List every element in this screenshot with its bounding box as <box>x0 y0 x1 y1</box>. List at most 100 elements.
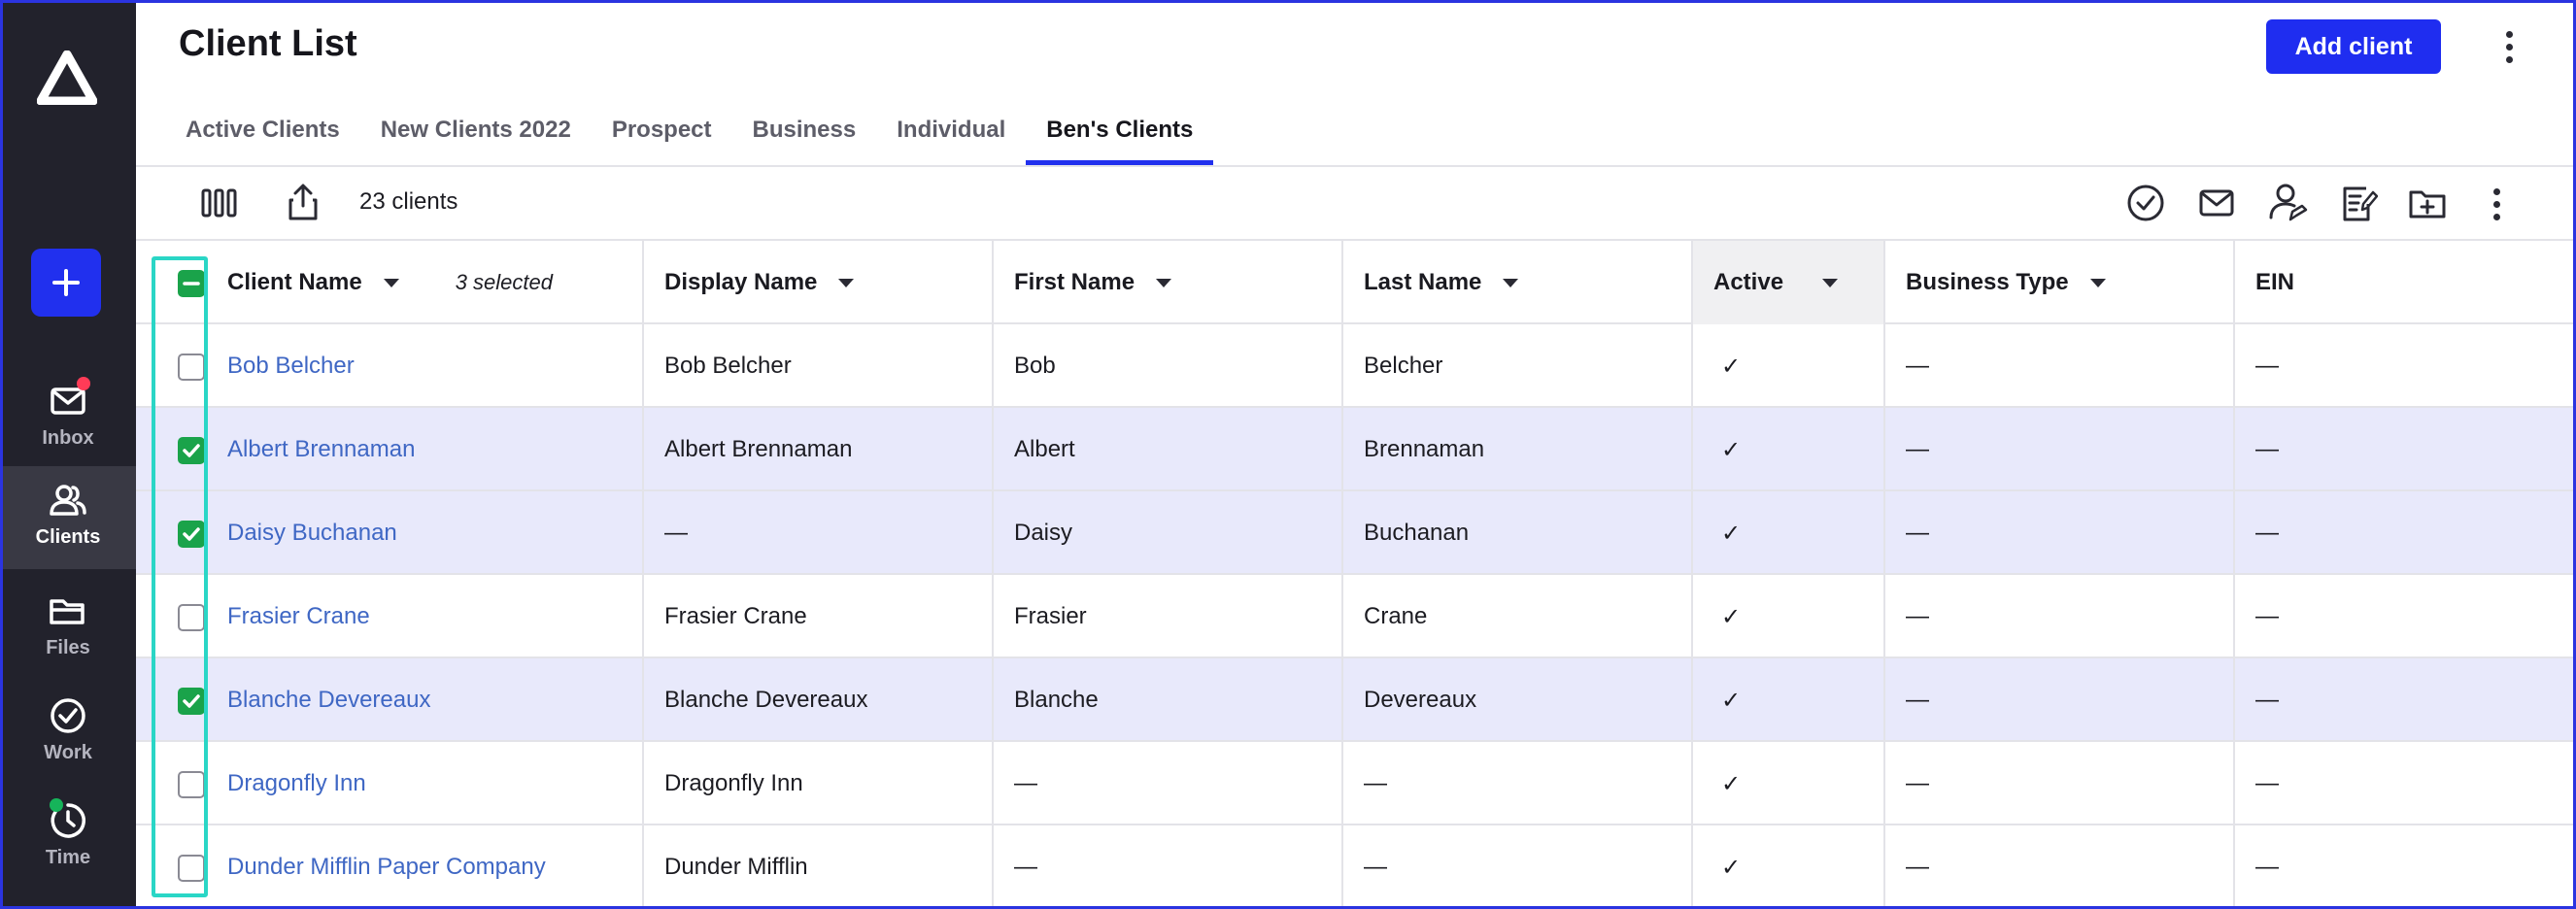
business-type-cell: — <box>1906 687 1929 713</box>
toolbar-more-options-icon[interactable] <box>2482 188 2511 220</box>
checkbox-column-highlight <box>152 256 208 897</box>
add-folder-icon[interactable] <box>2407 185 2448 221</box>
nav-work[interactable]: Work <box>0 682 136 785</box>
business-type-cell: — <box>1906 854 1929 880</box>
column-header-label: Display Name <box>664 269 818 295</box>
table-header-row: Client Name 3 selected Display Name Firs… <box>136 241 2576 324</box>
sort-caret-icon[interactable] <box>1822 278 1839 287</box>
sort-caret-icon[interactable] <box>383 278 399 287</box>
columns-icon[interactable] <box>200 186 239 219</box>
nav-files[interactable]: Files <box>0 577 136 680</box>
table-row[interactable]: Frasier Crane Frasier Crane Frasier Cran… <box>136 575 2576 658</box>
tabs-divider <box>136 165 2576 167</box>
display-name-cell: Dragonfly Inn <box>664 770 803 796</box>
active-checkmark: ✓ <box>1721 436 1742 463</box>
sort-caret-icon[interactable] <box>838 278 855 287</box>
nav-files-label: Files <box>46 637 90 658</box>
last-name-cell: Devereaux <box>1364 687 1477 713</box>
first-name-cell: — <box>1014 854 1037 880</box>
page-more-options-icon[interactable] <box>2494 31 2524 63</box>
edit-notes-icon[interactable] <box>2339 181 2378 223</box>
column-header-display-name[interactable]: Display Name <box>664 241 855 324</box>
column-header-last-name[interactable]: Last Name <box>1364 241 1519 324</box>
ein-cell: — <box>2255 603 2279 629</box>
nav-time-label: Time <box>45 847 91 868</box>
column-header-label: First Name <box>1014 269 1135 295</box>
tab-active-clients[interactable]: Active Clients <box>165 101 360 165</box>
business-type-cell: — <box>1906 353 1929 379</box>
inbox-notification-dot <box>77 377 90 390</box>
business-type-cell: — <box>1906 436 1929 462</box>
nav-inbox[interactable]: Inbox <box>0 367 136 470</box>
last-name-cell: Buchanan <box>1364 520 1470 546</box>
table-row[interactable]: Dragonfly Inn Dragonfly Inn — — ✓ — — <box>136 742 2576 825</box>
tab-business[interactable]: Business <box>732 101 877 165</box>
email-icon[interactable] <box>2197 185 2236 221</box>
table-row[interactable]: Bob Belcher Bob Belcher Bob Belcher ✓ — … <box>136 324 2576 408</box>
client-name-link[interactable]: Bob Belcher <box>227 324 355 408</box>
column-header-active[interactable]: Active <box>1713 241 1839 324</box>
ein-cell: — <box>2255 520 2279 546</box>
active-checkmark: ✓ <box>1721 603 1742 630</box>
tab-prospect[interactable]: Prospect <box>592 101 732 165</box>
tab-individual[interactable]: Individual <box>876 101 1026 165</box>
assign-user-icon[interactable] <box>2267 181 2308 223</box>
sort-caret-icon[interactable] <box>2089 278 2106 287</box>
column-header-label: Client Name <box>227 269 362 295</box>
client-name-link[interactable]: Frasier Crane <box>227 575 370 658</box>
display-name-cell: Frasier Crane <box>664 603 807 629</box>
last-name-cell: Belcher <box>1364 353 1443 379</box>
plus-icon <box>52 269 80 296</box>
column-header-ein[interactable]: EIN <box>2255 241 2294 324</box>
active-checkmark: ✓ <box>1721 854 1742 881</box>
column-header-label: Active <box>1713 269 1784 295</box>
business-type-cell: — <box>1906 770 1929 796</box>
column-header-business-type[interactable]: Business Type <box>1906 241 2106 324</box>
column-header-first-name[interactable]: First Name <box>1014 241 1172 324</box>
sort-caret-icon[interactable] <box>1503 278 1519 287</box>
business-type-cell: — <box>1906 603 1929 629</box>
table-row[interactable]: Albert Brennaman Albert Brennaman Albert… <box>136 408 2576 491</box>
column-header-label: Business Type <box>1906 269 2069 295</box>
sort-caret-icon[interactable] <box>1156 278 1172 287</box>
client-name-link[interactable]: Blanche Devereaux <box>227 658 430 742</box>
column-divider <box>642 241 644 909</box>
check-circle-icon <box>51 698 85 733</box>
table-row[interactable]: Daisy Buchanan — Daisy Buchanan ✓ — — <box>136 491 2576 575</box>
ein-cell: — <box>2255 436 2279 462</box>
first-name-cell: Daisy <box>1014 520 1073 546</box>
client-name-link[interactable]: Albert Brennaman <box>227 408 415 491</box>
table-row[interactable]: Dunder Mifflin Paper Company Dunder Miff… <box>136 825 2576 909</box>
client-list-tabs: Active Clients New Clients 2022 Prospect… <box>165 101 1214 165</box>
column-divider <box>1691 241 1693 909</box>
last-name-cell: Crane <box>1364 603 1428 629</box>
column-divider <box>2233 241 2235 909</box>
display-name-cell: Albert Brennaman <box>664 436 853 462</box>
selection-count: 3 selected <box>455 270 553 294</box>
folder-icon <box>50 599 85 624</box>
complete-icon[interactable] <box>2125 183 2166 223</box>
ein-cell: — <box>2255 770 2279 796</box>
client-name-link[interactable]: Dunder Mifflin Paper Company <box>227 825 546 909</box>
client-name-link[interactable]: Daisy Buchanan <box>227 491 397 575</box>
column-divider <box>992 241 994 909</box>
tab-bens-clients[interactable]: Ben's Clients <box>1026 101 1214 165</box>
app-logo-icon[interactable] <box>37 50 97 105</box>
client-name-link[interactable]: Dragonfly Inn <box>227 742 366 825</box>
tab-new-clients-2022[interactable]: New Clients 2022 <box>360 101 592 165</box>
display-name-cell: Dunder Mifflin <box>664 854 808 880</box>
column-header-client-name[interactable]: Client Name 3 selected <box>227 241 553 324</box>
export-icon[interactable] <box>286 183 321 221</box>
last-name-cell: — <box>1364 770 1387 796</box>
table-row[interactable]: Blanche Devereaux Blanche Devereaux Blan… <box>136 658 2576 742</box>
sidebar: Inbox Clients Files Work Time <box>0 0 136 909</box>
display-name-cell: Bob Belcher <box>664 353 792 379</box>
clients-icon <box>50 485 86 516</box>
column-header-label: EIN <box>2255 269 2295 295</box>
nav-time[interactable]: Time <box>0 787 136 890</box>
add-client-button[interactable]: Add client <box>2266 19 2441 74</box>
nav-clients[interactable]: Clients <box>0 466 136 569</box>
create-new-button[interactable] <box>31 249 101 317</box>
first-name-cell: Blanche <box>1014 687 1099 713</box>
nav-clients-label: Clients <box>35 526 101 548</box>
